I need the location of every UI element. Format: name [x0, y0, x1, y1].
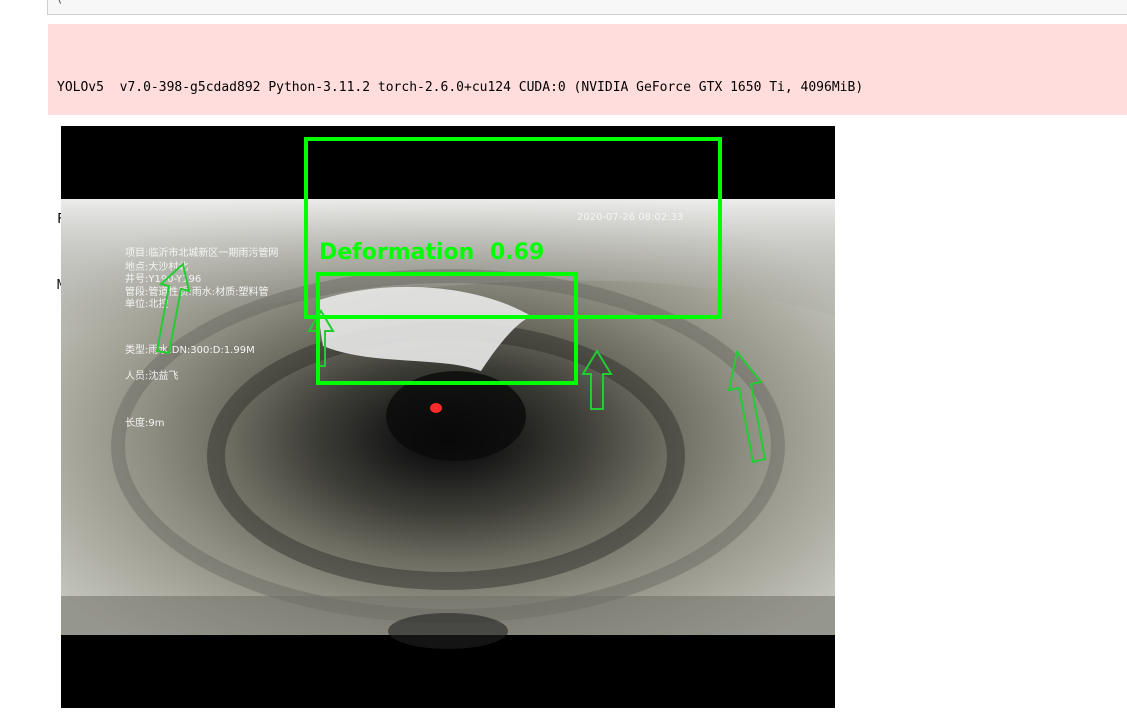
overlay-line: 项目:临沂市北城新区一期雨污管网 [125, 246, 278, 259]
pipe-inspection-frame: 2020-07-26 08:02:33 项目:临沂市北城新区一期雨污管网 地点:… [61, 126, 835, 708]
code-cell-tail: ( [56, 0, 63, 5]
timestamp: 2020-07-26 08:02:33 [577, 212, 683, 223]
code-cell-input[interactable]: ( [47, 0, 1127, 15]
stderr-output: YOLOv5 v7.0-398-g5cdad892 Python-3.11.2 … [48, 24, 1127, 293]
overlay-line: 单位:北控 [125, 297, 168, 310]
detection-class: Deformation [319, 240, 474, 265]
overlay-line: 长度:9m [125, 416, 164, 429]
detection-confidence: 0.69 [490, 240, 544, 265]
detection-label: Deformation 0.69 [319, 240, 544, 265]
overlay-line: 类型:雨水:DN:300:D:1.99M [125, 343, 255, 356]
detection-result-image: 2020-07-26 08:02:33 项目:临沂市北城新区一期雨污管网 地点:… [61, 126, 835, 708]
overlay-line: 人员:沈益飞 [125, 369, 178, 382]
overlay-line: 管段:管道性质:雨水:材质:塑料管 [125, 285, 268, 298]
svg-text:Deformation 0.69: Deformation 0.69 [319, 240, 544, 265]
stderr-line: YOLOv5 v7.0-398-g5cdad892 Python-3.11.2 … [57, 80, 864, 95]
